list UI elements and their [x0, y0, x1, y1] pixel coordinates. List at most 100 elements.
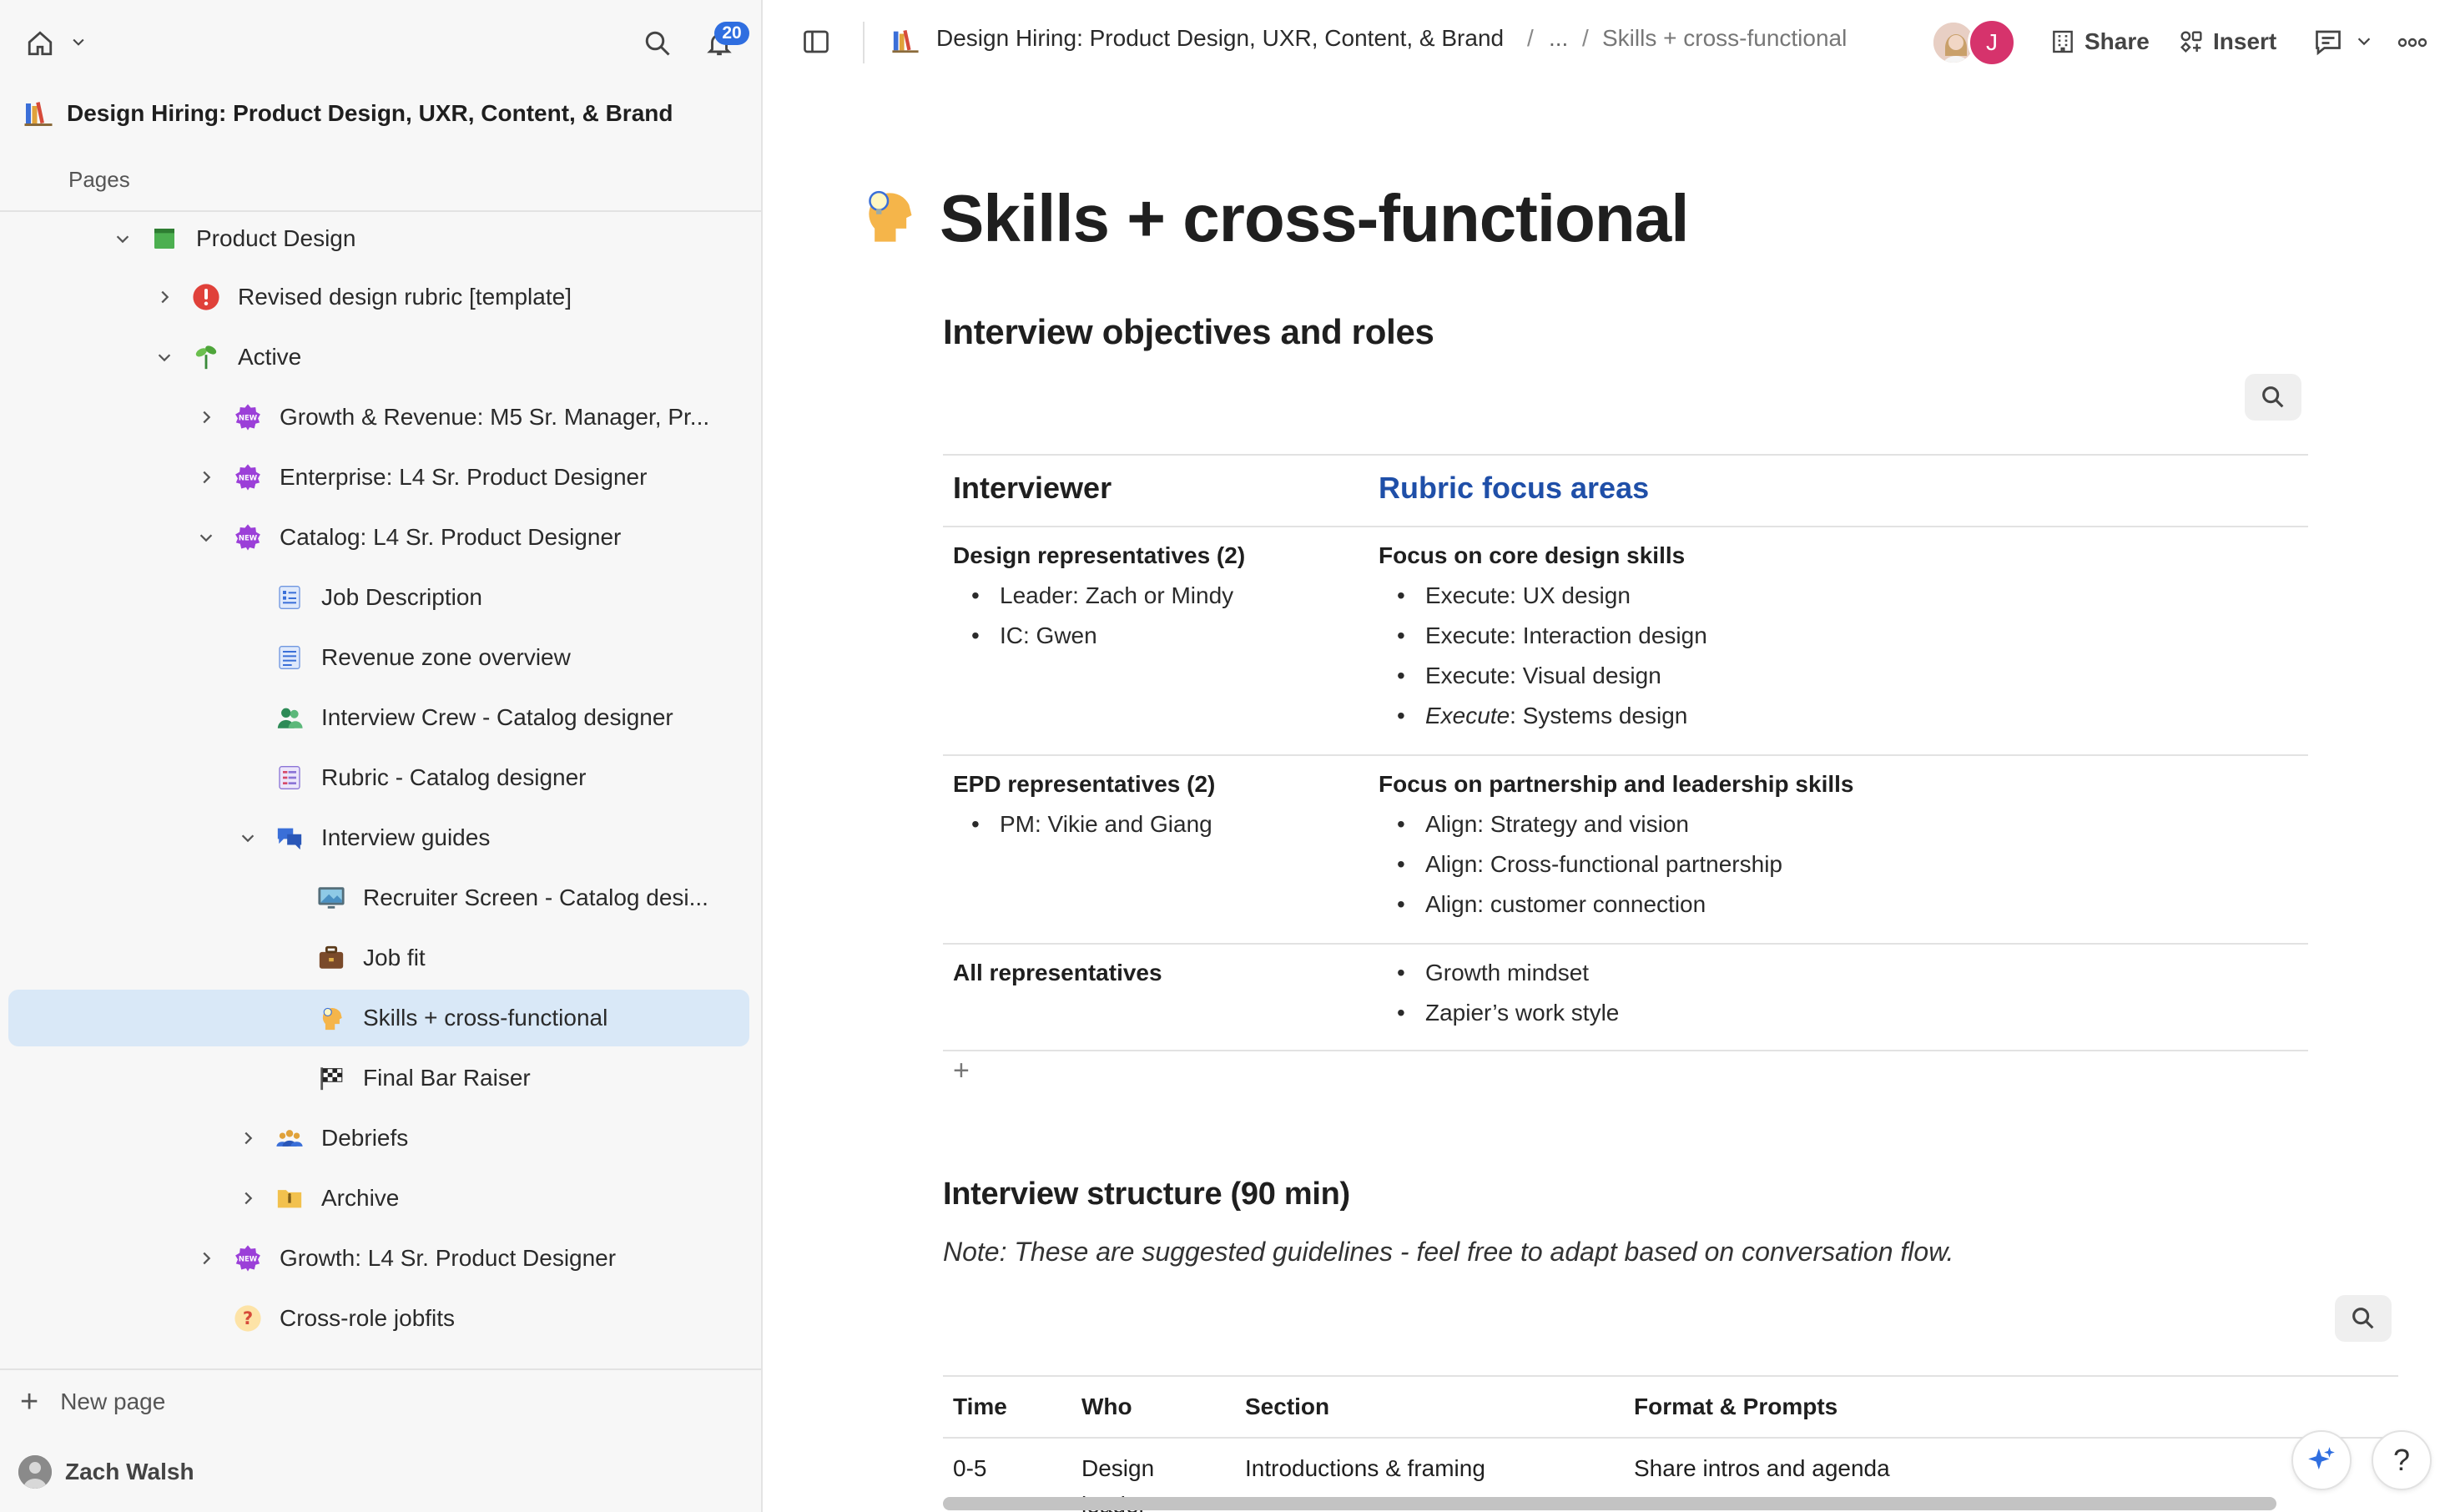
tree-item-enterprise[interactable]: NEW Enterprise: L4 Sr. Product Designer — [8, 449, 749, 506]
chevron-right-icon[interactable] — [235, 1126, 260, 1151]
tree-label: Interview guides — [321, 824, 491, 850]
people-icon — [275, 703, 304, 732]
tree-item-growth-revenue[interactable]: NEW Growth & Revenue: M5 Sr. Manager, Pr… — [8, 389, 749, 446]
tree-label: Job fit — [363, 945, 426, 970]
chevron-right-icon[interactable] — [152, 285, 177, 310]
tree-item-final-bar-raiser[interactable]: Final Bar Raiser — [8, 1050, 749, 1106]
chevron-down-icon[interactable] — [67, 30, 90, 53]
tree-item-revenue-zone[interactable]: Revenue zone overview — [8, 629, 749, 686]
list-item: Leader: Zach or Mindy — [953, 576, 1359, 616]
table-header-cell[interactable]: Who — [1071, 1375, 1235, 1439]
tree-item-debriefs[interactable]: Debriefs — [8, 1110, 749, 1167]
table-cell[interactable]: EPD representatives (2) PM: Vikie and Gi… — [943, 754, 1369, 944]
building-icon — [2049, 28, 2076, 55]
monitor-icon — [317, 884, 345, 912]
table-cell[interactable]: Growth mindset Zapier’s work style — [1369, 943, 2308, 1051]
tree-item-interview-crew[interactable]: Interview Crew - Catalog designer — [8, 689, 749, 746]
sidebar-toggle-icon[interactable] — [801, 27, 834, 60]
tree-item-interview-guides[interactable]: Interview guides — [8, 809, 749, 866]
divider — [863, 22, 865, 63]
breadcrumb-ellipsis[interactable]: ... — [1549, 25, 1568, 52]
tree-item-skills-cross-functional[interactable]: Skills + cross-functional — [8, 990, 749, 1046]
list-item: Execute: Interaction design — [1379, 616, 2298, 656]
tree-label: Product Design — [196, 225, 356, 251]
table-header-cell[interactable]: Section — [1235, 1375, 1624, 1439]
table-header-cell[interactable]: Time — [943, 1375, 1071, 1439]
chevron-right-icon[interactable] — [235, 1186, 260, 1211]
collaborator-avatar[interactable]: J — [1968, 18, 2016, 67]
tree-item-catalog[interactable]: NEW Catalog: L4 Sr. Product Designer — [8, 509, 749, 566]
checkered-flag-icon — [317, 1064, 345, 1092]
chevron-down-icon[interactable] — [152, 345, 177, 370]
table-cell[interactable]: Focus on partnership and leadership skil… — [1369, 754, 2308, 944]
bullet-list: Execute: UX design Execute: Interaction … — [1379, 576, 2298, 736]
ai-assist-button[interactable] — [2291, 1430, 2352, 1490]
new-page-button[interactable]: + New page — [20, 1383, 165, 1420]
user-profile[interactable]: Zach Walsh — [18, 1454, 194, 1490]
tree-item-product-design[interactable]: Product Design — [8, 210, 749, 267]
list-item: PM: Vikie and Giang — [953, 804, 1359, 844]
doc-list-icon — [275, 583, 304, 612]
table-icon — [275, 764, 304, 792]
page-title[interactable]: Skills + cross-functional — [940, 180, 1689, 257]
bullet-list: Align: Strategy and vision Align: Cross-… — [1379, 804, 2298, 925]
table-header-cell[interactable]: Interviewer — [943, 454, 1369, 527]
breadcrumb-root[interactable]: Design Hiring: Product Design, UXR, Cont… — [936, 25, 1504, 52]
section-heading[interactable]: Interview objectives and roles — [943, 312, 1434, 352]
share-button[interactable]: Share — [2049, 23, 2150, 60]
tree-item-job-fit[interactable]: Job fit — [8, 930, 749, 986]
add-row-button[interactable]: + — [953, 1055, 970, 1087]
tree-item-archive[interactable]: Archive — [8, 1170, 749, 1227]
table-cell[interactable]: Design representatives (2) Leader: Zach … — [943, 526, 1369, 755]
comment-icon[interactable] — [2313, 27, 2347, 60]
chevron-down-icon[interactable] — [110, 226, 135, 251]
table-search-button[interactable] — [2335, 1295, 2392, 1342]
sidebar: 20 Design Hiring: Product Design, UXR, C… — [0, 0, 763, 1512]
more-options-icon[interactable] — [2397, 30, 2430, 55]
chevron-right-icon[interactable] — [194, 1246, 219, 1271]
table-header-cell[interactable]: Format & Prompts — [1624, 1375, 2398, 1439]
insert-label: Insert — [2213, 28, 2277, 54]
tree-label: Revenue zone overview — [321, 644, 571, 670]
svg-text:?: ? — [243, 1308, 253, 1329]
tree-item-rubric[interactable]: Rubric - Catalog designer — [8, 749, 749, 806]
list-item: Execute: UX design — [1379, 576, 2298, 616]
list-item-text: : Systems design — [1510, 703, 1688, 728]
user-name: Zach Walsh — [65, 1459, 194, 1484]
chevron-down-icon[interactable] — [2355, 32, 2377, 53]
chevron-down-icon[interactable] — [194, 525, 219, 550]
section-heading[interactable]: Interview structure (90 min) — [943, 1177, 1350, 1212]
tree-item-revised-design-rubric[interactable]: Revised design rubric [template] — [8, 269, 749, 325]
list-item: IC: Gwen — [953, 616, 1359, 656]
chevron-right-icon[interactable] — [194, 405, 219, 430]
svg-text:NEW: NEW — [239, 1256, 258, 1264]
note-text[interactable]: Note: These are suggested guidelines - f… — [943, 1237, 1953, 1268]
rubric-table: Interviewer Rubric focus areas Design re… — [943, 454, 2308, 1051]
horizontal-scrollbar[interactable] — [943, 1497, 2276, 1510]
search-icon[interactable] — [639, 25, 676, 62]
chevron-right-icon[interactable] — [194, 465, 219, 490]
table-cell[interactable]: Focus on core design skills Execute: UX … — [1369, 526, 2308, 755]
structure-table: Time Who Section Format & Prompts 0-5 De… — [943, 1375, 2398, 1512]
head-bulb-icon[interactable] — [856, 184, 920, 247]
table-search-button[interactable] — [2245, 374, 2301, 421]
workspace-title[interactable]: Design Hiring: Product Design, UXR, Cont… — [23, 97, 673, 130]
svg-text:NEW: NEW — [239, 415, 258, 423]
insert-button[interactable]: Insert — [2178, 23, 2276, 60]
tree-item-cross-role-jobfits[interactable]: ? Cross-role jobfits — [8, 1290, 749, 1347]
chevron-down-icon[interactable] — [235, 825, 260, 850]
breadcrumb-current[interactable]: Skills + cross-functional — [1602, 25, 1847, 52]
tree-item-active[interactable]: Active — [8, 329, 749, 386]
tree-label: Skills + cross-functional — [363, 1005, 608, 1031]
list-item: Execute: Visual design — [1379, 656, 2298, 696]
svg-text:NEW: NEW — [239, 535, 258, 543]
briefcase-icon — [317, 944, 345, 972]
table-cell[interactable]: All representatives — [943, 943, 1369, 1051]
tree-item-growth-l4[interactable]: NEW Growth: L4 Sr. Product Designer — [8, 1230, 749, 1287]
table-header-cell[interactable]: Rubric focus areas — [1369, 454, 2308, 527]
question-icon: ? — [234, 1304, 262, 1333]
tree-item-job-description[interactable]: Job Description — [8, 569, 749, 626]
tree-item-recruiter-screen[interactable]: Recruiter Screen - Catalog desi... — [8, 869, 749, 926]
help-button[interactable]: ? — [2372, 1430, 2432, 1490]
home-icon[interactable] — [23, 27, 57, 60]
